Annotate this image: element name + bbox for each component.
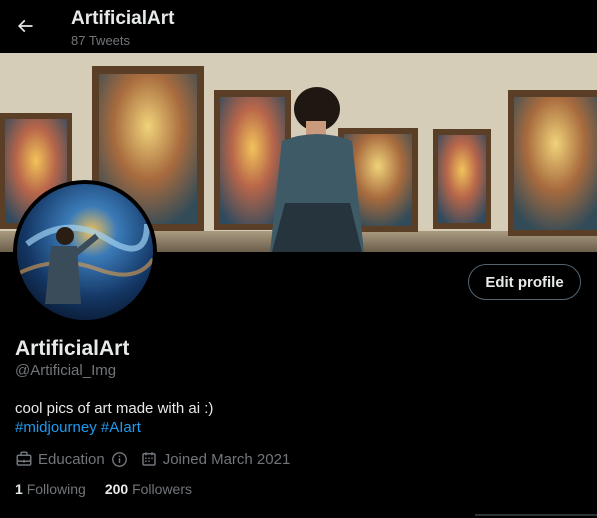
back-button[interactable] xyxy=(10,11,40,41)
user-handle: @Artificial_Img xyxy=(15,362,117,379)
edit-profile-button[interactable]: Edit profile xyxy=(468,264,581,300)
bio-text: cool pics of art made with ai :) xyxy=(15,400,214,417)
arrow-left-icon xyxy=(17,19,33,33)
following-link[interactable]: 1 Following xyxy=(15,481,86,497)
display-name: ArtificialArt xyxy=(15,337,130,360)
category: Education xyxy=(15,450,128,468)
hashtag-link[interactable]: #AIart xyxy=(101,419,141,436)
followers-link[interactable]: 200 Followers xyxy=(105,481,192,497)
avatar[interactable] xyxy=(13,180,157,324)
briefcase-icon xyxy=(15,450,33,468)
calendar-icon xyxy=(140,450,158,468)
hashtag-link[interactable]: #midjourney xyxy=(15,419,97,436)
following-label: Following xyxy=(26,481,86,497)
top-bar: ArtificialArt 87 Tweets xyxy=(0,0,597,53)
category-label: Education xyxy=(38,450,105,468)
profile-meta: Education Joined March 2021 xyxy=(15,449,302,469)
follow-stats: 1 Following 200 Followers xyxy=(15,481,211,497)
followers-count: 200 xyxy=(104,481,129,497)
bio-hashtags: #midjourney #AIart xyxy=(15,418,141,438)
following-count: 1 xyxy=(15,481,23,497)
divider xyxy=(475,514,597,516)
joined-date: Joined March 2021 xyxy=(140,450,291,468)
info-icon[interactable] xyxy=(111,451,128,468)
joined-label: Joined March 2021 xyxy=(162,450,291,468)
followers-label: Followers xyxy=(132,481,192,497)
header-title: ArtificialArt xyxy=(71,8,175,29)
tweet-count: 87 Tweets xyxy=(71,33,131,48)
